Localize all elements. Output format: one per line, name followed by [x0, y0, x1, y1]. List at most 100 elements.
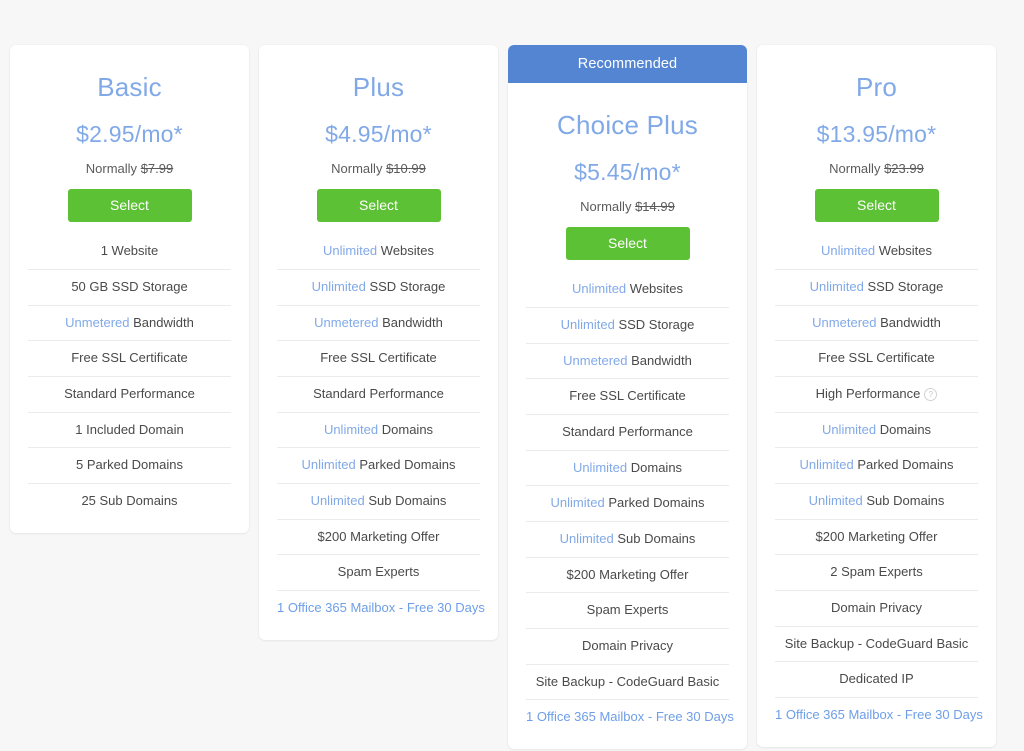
- plan-header: Choice Plus $5.45/mo* Normally $14.99 Selec…: [508, 83, 747, 261]
- feature-row: Unlimited Websites: [526, 272, 729, 308]
- normally-original-price: $14.99: [635, 198, 675, 214]
- feature-row: Unlimited Sub Domains: [526, 522, 729, 558]
- feature-label: 1 Office 365 Mailbox - Free 30 Days: [775, 707, 983, 723]
- feature-highlight: Unlimited: [571, 281, 627, 297]
- feature-label: Free SSL Certificate: [320, 350, 437, 366]
- feature-label: Parked Domains: [857, 457, 954, 473]
- feature-row: 1 Website: [28, 234, 231, 270]
- feature-highlight: Unlimited: [559, 531, 614, 546]
- feature-row: 5 Parked Domains: [28, 448, 231, 484]
- plan-card-basic: Basic $2.95/mo* Normally $7.99 Select 1 Webs…: [10, 45, 249, 533]
- feature-label: Parked Domains: [359, 457, 456, 473]
- feature-row[interactable]: 1 Office 365 Mailbox - Free 30 Days: [775, 698, 983, 733]
- feature-label: Bandwidth: [880, 314, 941, 330]
- normally-original-price: $23.99: [884, 160, 924, 176]
- feature-label: $200 Marketing Offer: [317, 528, 440, 544]
- plan-price: $5.45/mo*: [574, 158, 681, 185]
- feature-label: Bandwidth: [133, 314, 194, 330]
- select-button[interactable]: Select: [316, 189, 441, 223]
- feature-label: $200 Marketing Offer: [566, 566, 689, 582]
- feature-row: Unlimited Sub Domains: [277, 484, 480, 520]
- feature-row: Site Backup - CodeGuard Basic: [526, 665, 729, 701]
- feature-row: Spam Experts: [526, 593, 729, 630]
- feature-row: $200 Marketing Offer: [775, 520, 978, 556]
- feature-list: Unlimited Websites Unlimited SSD Storage U…: [757, 234, 996, 733]
- feature-row: Domain Privacy: [775, 591, 978, 627]
- select-button[interactable]: Select: [67, 189, 192, 223]
- feature-label: Standard Performance: [562, 423, 693, 439]
- plan-name: Plus: [352, 72, 405, 102]
- plan-name: Pro: [855, 72, 898, 102]
- feature-highlight: Unlimited: [322, 243, 378, 259]
- feature-label: Domains: [879, 421, 932, 437]
- feature-label: Domain Privacy: [830, 600, 923, 616]
- feature-row[interactable]: 1 Office 365 Mailbox - Free 30 Days: [277, 591, 485, 626]
- feature-label: Websites: [629, 281, 684, 297]
- feature-row: 25 Sub Domains: [28, 484, 231, 519]
- feature-row: Unlimited Parked Domains: [775, 448, 978, 484]
- feature-highlight: Unlimited: [301, 457, 356, 473]
- feature-row: Unlimited Domains: [277, 413, 480, 449]
- normally-label: Normally: [85, 160, 138, 176]
- feature-label: Standard Performance: [313, 385, 444, 401]
- feature-row: Dedicated IP: [775, 662, 978, 699]
- feature-row: Free SSL Certificate: [277, 341, 480, 377]
- select-button[interactable]: Select: [565, 227, 690, 261]
- feature-label: 5 Parked Domains: [76, 457, 183, 473]
- feature-label: Dedicated IP: [839, 671, 914, 687]
- feature-row: Unlimited Parked Domains: [277, 448, 480, 484]
- plan-name: Choice Plus: [557, 110, 698, 140]
- feature-row: $200 Marketing Offer: [526, 558, 729, 594]
- feature-list: Unlimited Websites Unlimited SSD Storage U…: [508, 272, 747, 735]
- feature-highlight: Unlimited: [799, 457, 854, 473]
- feature-label: Site Backup - CodeGuard Basic: [784, 635, 969, 651]
- plan-header: Plus $4.95/mo* Normally $10.99 Select: [259, 45, 498, 223]
- feature-label: Sub Domains: [617, 531, 696, 546]
- feature-highlight: Unmetered: [563, 352, 628, 368]
- feature-label: Free SSL Certificate: [818, 350, 935, 366]
- feature-row: Unlimited Websites: [775, 234, 978, 270]
- feature-highlight: Unmetered: [314, 314, 379, 330]
- feature-highlight: Unlimited: [323, 421, 379, 437]
- feature-row: Unmetered Bandwidth: [28, 306, 231, 342]
- feature-label: Parked Domains: [608, 495, 705, 511]
- feature-highlight: Unlimited: [820, 243, 876, 259]
- feature-label: Standard Performance: [64, 385, 195, 401]
- feature-row[interactable]: 1 Office 365 Mailbox - Free 30 Days: [526, 700, 734, 735]
- plan-normally-price: Normally $7.99: [22, 160, 237, 176]
- feature-label: Domains: [630, 459, 683, 475]
- feature-label: 50 GB SSD Storage: [71, 278, 188, 294]
- feature-label: High Performance: [815, 385, 921, 401]
- feature-label: Spam Experts: [337, 564, 420, 580]
- plan-name: Basic: [97, 72, 162, 102]
- feature-row: Unlimited Parked Domains: [526, 486, 729, 522]
- normally-original-price: $7.99: [140, 160, 174, 176]
- pricing-plans-container: Basic $2.95/mo* Normally $7.99 Select 1 Webs…: [0, 0, 1024, 751]
- normally-label: Normally: [829, 160, 881, 176]
- feature-row: Free SSL Certificate: [28, 341, 231, 377]
- feature-label: 1 Website: [100, 243, 159, 259]
- feature-highlight: Unlimited: [310, 493, 365, 508]
- select-button[interactable]: Select: [814, 189, 939, 223]
- feature-row: Domain Privacy: [526, 629, 729, 665]
- feature-label: Domains: [381, 421, 434, 437]
- feature-highlight: Unmetered: [65, 314, 130, 330]
- plan-card-pro: Pro $13.95/mo* Normally $23.99 Select Unlimi…: [757, 45, 996, 747]
- feature-highlight: Unlimited: [550, 495, 605, 511]
- plan-price: $4.95/mo*: [325, 120, 432, 147]
- normally-original-price: $10.99: [386, 160, 426, 176]
- plan-normally-price: Normally $10.99: [271, 160, 486, 176]
- feature-row: 2 Spam Experts: [775, 555, 978, 592]
- feature-label: 1 Office 365 Mailbox - Free 30 Days: [277, 600, 485, 616]
- info-icon[interactable]: ?: [924, 387, 938, 401]
- feature-label: Websites: [380, 243, 435, 259]
- feature-label: Sub Domains: [866, 493, 945, 508]
- feature-row: 50 GB SSD Storage: [28, 270, 231, 306]
- feature-row: Unlimited Domains: [526, 451, 729, 487]
- plan-price: $2.95/mo*: [76, 120, 183, 147]
- feature-row: Unmetered Bandwidth: [526, 344, 729, 380]
- feature-row: 1 Included Domain: [28, 413, 231, 449]
- feature-row: Unlimited SSD Storage: [277, 270, 480, 306]
- plan-card-choice-plus: Recommended Choice Plus $5.45/mo* Normally …: [508, 45, 747, 750]
- feature-label: 1 Office 365 Mailbox - Free 30 Days: [526, 709, 734, 725]
